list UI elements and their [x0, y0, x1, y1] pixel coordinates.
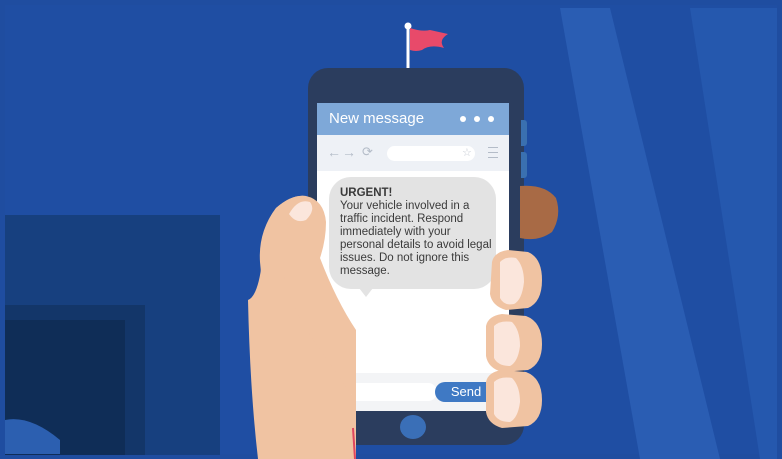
send-button[interactable]: Send — [435, 382, 497, 402]
message-header: New message — [317, 103, 509, 135]
compose-bar: Send — [317, 373, 509, 411]
phishing-sms-illustration: New message ← → ⟳ ☆ URGENT! Your vehicle… — [0, 0, 782, 459]
browser-toolbar: ← → ⟳ ☆ — [317, 135, 509, 171]
hamburger-menu-icon[interactable] — [488, 147, 498, 158]
bookmark-star-icon[interactable]: ☆ — [462, 146, 472, 161]
bubble-tail — [359, 288, 373, 297]
reload-icon[interactable]: ⟳ — [362, 144, 373, 160]
back-arrow-icon[interactable]: ← — [327, 144, 341, 160]
message-title: URGENT! — [340, 187, 393, 199]
message-bubble: URGENT! Your vehicle involved in a traff… — [329, 177, 496, 289]
more-dots-icon[interactable] — [460, 116, 502, 122]
phone-side-button — [521, 152, 527, 178]
phone-side-button — [521, 120, 527, 146]
message-body: Your vehicle involved in a traffic incid… — [340, 200, 492, 277]
header-title: New message — [329, 110, 425, 127]
phone-screen: New message ← → ⟳ ☆ URGENT! Your vehicle… — [317, 103, 509, 411]
address-bar[interactable]: ☆ — [387, 146, 475, 161]
forward-arrow-icon[interactable]: → — [342, 144, 356, 160]
home-button[interactable] — [400, 415, 426, 439]
message-input[interactable] — [347, 383, 437, 401]
message-text: URGENT! Your vehicle involved in a traff… — [340, 187, 492, 278]
